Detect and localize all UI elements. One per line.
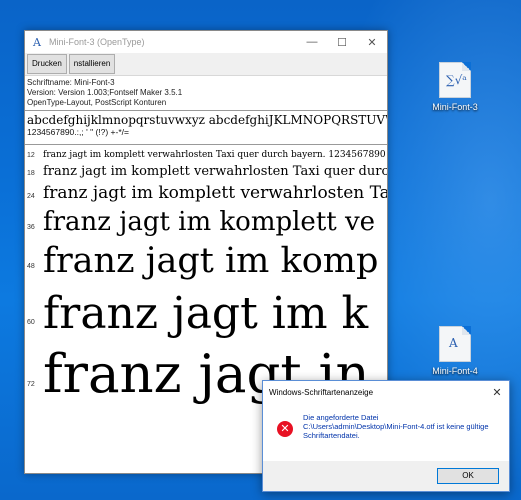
font-glyph-icon: ∑√ᵃ [446,73,467,87]
size-label: 18 [27,170,35,177]
error-icon: ✕ [277,421,293,437]
font-file-icon: A [439,326,471,362]
dialog-close-button[interactable]: ✕ [485,386,509,399]
size-label: 36 [27,224,35,231]
minimize-button[interactable]: — [297,36,327,48]
window-title: Mini-Font-3 (OpenType) [49,37,145,47]
error-message: Die angeforderte Datei C:\Users\admin\De… [303,413,489,458]
sample-text: franz jagt im komplett verwahrlosten Tax… [43,164,387,179]
sample-text: franz jagt im komplett verwahrlosten Tax [43,183,387,203]
size-label: 60 [27,319,35,326]
desktop-icon-label: Mini-Font-3 [432,102,478,112]
error-message-line: Schriftartendatei. [303,431,360,440]
font-name: Schriftname: Mini-Font-3 [27,78,115,87]
print-button[interactable]: Drucken [27,54,67,74]
font-glyph-icon: A [449,336,458,350]
desktop-icon-mini-font-4[interactable]: A Mini-Font-4 [415,326,495,376]
maximize-button[interactable]: ☐ [327,36,357,49]
size-label: 72 [27,381,35,388]
numerals-sample: 1234567890.:,; ' " (!?) +-*/= [27,127,129,137]
font-info: Schriftname: Mini-Font-3 Version: Versio… [25,76,387,111]
sample-text: franz jagt im komplett verwahrlosten Tax… [43,150,386,160]
sample-text: franz jagt im komplett ve [43,207,376,237]
sample-text: franz jagt im k [43,288,369,339]
error-message-line: C:\Users\admin\Desktop\Mini-Font-4.otf i… [303,422,489,431]
dialog-footer: OK [263,461,509,491]
title-bar[interactable]: A Mini-Font-3 (OpenType) — ☐ ✕ [25,31,387,53]
error-message-line: Die angeforderte Datei [303,413,379,422]
sample-text: franz jagt im komp [43,241,379,281]
desktop-icon-mini-font-3[interactable]: ∑√ᵃ Mini-Font-3 [415,62,495,112]
font-app-icon: A [33,35,41,49]
character-sample: abcdefghijklmnopqrstuvwxyz abcdefghiJKLM… [25,111,387,145]
install-button[interactable]: nstallieren [68,54,116,74]
ok-button[interactable]: OK [437,468,499,484]
dialog-body: ✕ Die angeforderte Datei C:\Users\admin\… [263,403,509,458]
error-dialog: Windows-Schriftartenanzeige ✕ ✕ Die ange… [262,380,510,492]
font-file-icon: ∑√ᵃ [439,62,471,98]
font-layout: OpenType-Layout, PostScript Konturen [27,98,167,107]
size-label: 12 [27,152,35,159]
desktop-icon-label: Mini-Font-4 [432,366,478,376]
size-label: 24 [27,193,35,200]
toolbar: Drucken nstallieren [25,53,387,76]
alphabet-sample: abcdefghijklmnopqrstuvwxyz abcdefghiJKLM… [27,113,387,127]
font-version: Version: Version 1.003;Fontself Maker 3.… [27,88,183,97]
dialog-title: Windows-Schriftartenanzeige [269,387,374,397]
dialog-title-bar[interactable]: Windows-Schriftartenanzeige ✕ [263,381,509,403]
close-button[interactable]: ✕ [357,36,387,49]
size-label: 48 [27,263,35,270]
